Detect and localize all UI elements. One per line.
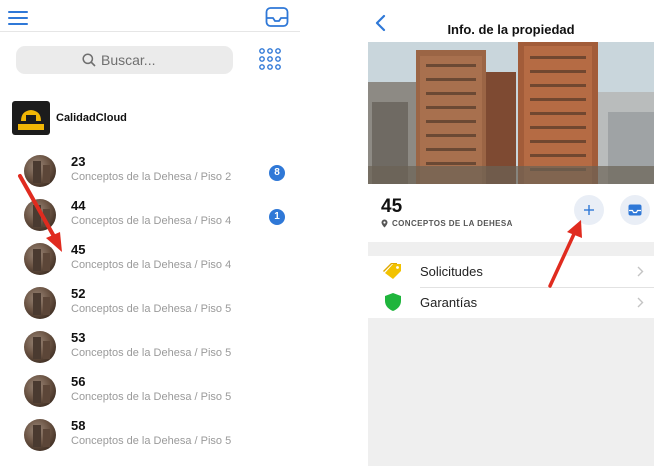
property-list-screen: Buscar... CalidadCloud 23 Conceptos de l… [0,0,300,466]
search-placeholder: Buscar... [101,52,156,68]
top-bar [0,0,300,32]
property-location: Conceptos de la Dehesa / Piso 4 [71,259,232,271]
property-menu: Solicitudes Garantías [368,256,654,318]
list-item[interactable]: 53 Conceptos de la Dehesa / Piso 5 [0,325,300,369]
property-number: 52 [71,286,86,301]
property-avatar [24,331,56,363]
property-avatar [24,287,56,319]
notification-badge: 8 [269,165,285,181]
chevron-right-icon [637,266,644,277]
property-summary: 45 CONCEPTOS DE LA DEHESA [368,184,654,242]
menu-item-label: Garantías [420,295,478,310]
list-item[interactable]: 52 Conceptos de la Dehesa / Piso 5 [0,281,300,325]
property-number: 45 [381,196,403,217]
property-avatar [24,375,56,407]
add-button[interactable] [574,195,604,225]
property-avatar [24,243,56,275]
property-number: 53 [71,330,86,345]
property-number: 58 [71,418,86,433]
property-location-text: CONCEPTOS DE LA DEHESA [392,219,513,228]
inbox-icon [628,204,642,216]
location-pin-icon [381,219,388,228]
property-location: Conceptos de la Dehesa / Piso 2 [71,171,232,183]
menu-item-label: Solicitudes [420,264,483,279]
list-item[interactable]: 58 Conceptos de la Dehesa / Piso 5 [0,413,300,457]
tag-icon [383,263,401,279]
property-location: Conceptos de la Dehesa / Piso 5 [71,303,232,315]
property-number: 45 [71,242,86,257]
list-item[interactable]: 44 Conceptos de la Dehesa / Piso 4 1 [0,193,300,237]
property-location: CONCEPTOS DE LA DEHESA [381,219,513,228]
property-location: Conceptos de la Dehesa / Piso 4 [71,215,232,227]
hamburger-icon[interactable] [8,11,28,25]
inbox-button[interactable] [620,195,650,225]
plus-icon [584,205,594,215]
page-title: Info. de la propiedad [447,22,575,37]
property-location: Conceptos de la Dehesa / Piso 5 [71,435,232,447]
list-item[interactable]: 23 Conceptos de la Dehesa / Piso 2 8 [0,149,300,193]
property-number: 44 [71,198,86,213]
property-location: Conceptos de la Dehesa / Piso 5 [71,391,232,403]
app-screens: Buscar... CalidadCloud 23 Conceptos de l… [0,0,654,466]
company-header: CalidadCloud [12,101,127,135]
property-location: Conceptos de la Dehesa / Piso 5 [71,347,232,359]
list-item[interactable]: 56 Conceptos de la Dehesa / Piso 5 [0,369,300,413]
company-name: CalidadCloud [56,112,127,124]
shield-icon [385,293,401,311]
menu-item-solicitudes[interactable]: Solicitudes [368,256,654,288]
search-icon [82,53,96,67]
property-photo [368,42,654,184]
company-logo [12,101,50,135]
property-avatar [24,199,56,231]
inbox-icon[interactable] [265,6,289,28]
nav-bar: Info. de la propiedad [368,0,654,42]
grid-icon[interactable] [258,47,282,71]
menu-item-garantias[interactable]: Garantías [368,287,654,318]
property-number: 23 [71,154,86,169]
property-avatar [24,419,56,451]
property-avatar [24,155,56,187]
search-input[interactable]: Buscar... [16,46,233,74]
notification-badge: 1 [269,209,285,225]
property-info-screen: Info. de la propiedad 45 CONCEPTOS DE LA… [368,0,654,466]
list-item[interactable]: 45 Conceptos de la Dehesa / Piso 4 [0,237,300,281]
chevron-right-icon [637,297,644,308]
property-number: 56 [71,374,86,389]
